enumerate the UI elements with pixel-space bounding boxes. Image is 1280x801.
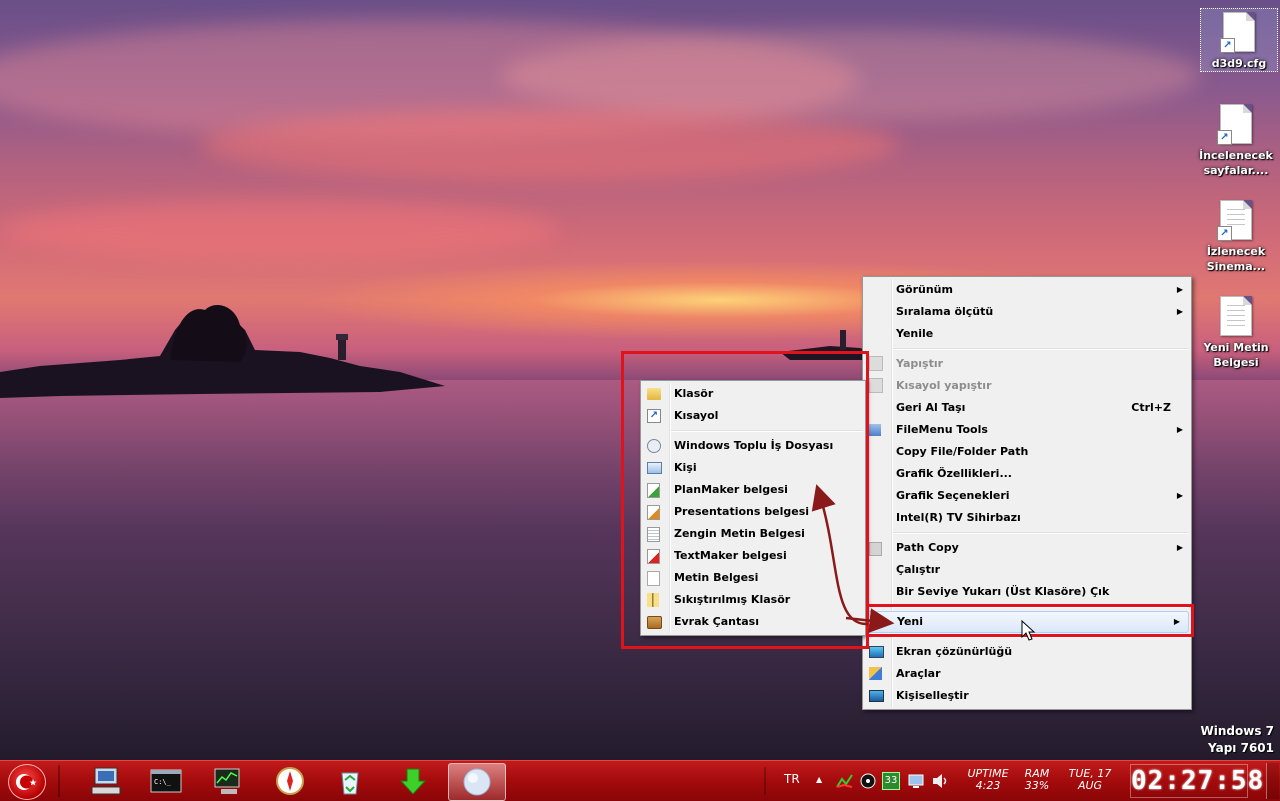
menu-item-copy-path[interactable]: Copy File/Folder Path (863, 441, 1191, 463)
tools-icon (869, 667, 882, 680)
desktop-icon-label: d3d9.cfg (1211, 57, 1267, 70)
desktop-icon-incelenecek[interactable]: ↗ İncelenecek sayfalar.... (1198, 104, 1274, 178)
submenu-arrow-icon: ▶ (1176, 285, 1183, 294)
menu-item-paste-shortcut[interactable]: Kısayol yapıştır (863, 375, 1191, 397)
desktop-icon-label: Yeni Metin Belgesi (1203, 341, 1269, 369)
taskbar-task-manager-button[interactable] (200, 763, 256, 799)
language-indicator[interactable]: TR (784, 772, 800, 786)
monitor-tray-icon[interactable] (908, 773, 924, 789)
taskbar: C:\_ TR ▲ 33 UPTIME 4:23 RAM 33% TUE, 17… (0, 760, 1280, 801)
shortcut-text: Ctrl+Z (1131, 401, 1171, 414)
green-arrow-download-icon (399, 768, 427, 795)
desktop-icon-yeni-metin[interactable]: Yeni Metin Belgesi (1198, 296, 1274, 370)
shortcut-arrow-icon: ↗ (1217, 226, 1232, 241)
filemenu-tools-icon (869, 424, 881, 436)
shortcut-arrow-icon: ↗ (1217, 130, 1232, 145)
menu-item-graphics-options[interactable]: Grafik Seçenekleri ▶ (863, 485, 1191, 507)
menu-item-run[interactable]: Çalıştır (863, 559, 1191, 581)
submenu-arrow-icon: ▶ (1176, 307, 1183, 316)
submenu-arrow-icon: ▶ (1176, 543, 1183, 552)
taskbar-browser-button[interactable] (262, 763, 318, 799)
menu-item-intel-tv-wizard[interactable]: Intel(R) TV Sihirbazı (863, 507, 1191, 529)
svg-text:C:\_: C:\_ (154, 778, 172, 786)
text-file-icon: ↗ (1217, 200, 1252, 241)
taskbar-active-window-button[interactable] (448, 763, 506, 801)
start-button[interactable] (8, 764, 46, 800)
personalize-icon (869, 690, 884, 702)
menu-item-tools[interactable]: Araçlar (863, 663, 1191, 685)
menu-item-view[interactable]: Görünüm ▶ (863, 279, 1191, 301)
paste-shortcut-icon (869, 378, 883, 393)
compass-browser-icon (276, 767, 304, 795)
path-copy-icon (869, 542, 882, 556)
menu-item-refresh[interactable]: Yenile (863, 323, 1191, 345)
text-file-icon (1220, 296, 1252, 336)
mouse-cursor-icon (1021, 620, 1036, 641)
annotation-box-submenu (621, 351, 869, 649)
volume-icon[interactable] (932, 773, 948, 789)
windows-version-watermark: Windows 7 Yapı 7601 (1200, 724, 1274, 755)
taskbar-cmd-button[interactable]: C:\_ (138, 763, 194, 799)
menu-item-paste[interactable]: Yapıştır (863, 353, 1191, 375)
ram-widget: RAM 33% (1024, 767, 1050, 792)
shortcut-arrow-icon: ↗ (1220, 38, 1235, 53)
file-icon: ↗ (1220, 12, 1255, 53)
menu-separator (893, 348, 1189, 350)
desktop-icon-d3d9[interactable]: ↗ d3d9.cfg (1200, 8, 1278, 72)
menu-item-personalize[interactable]: Kişiselleştir (863, 685, 1191, 707)
desktop-icon-label: İncelenecek sayfalar.... (1199, 149, 1273, 177)
date-widget[interactable]: TUE, 17 AUG (1062, 768, 1118, 792)
uptime-widget: UPTIME 4:23 (967, 767, 1009, 792)
menu-item-filemenu-tools[interactable]: FileMenu Tools ▶ (863, 419, 1191, 441)
desktop-context-menu: Görünüm ▶ Sıralama ölçütü ▶ Yenile Yapıştı… (862, 276, 1192, 710)
desktop-icon-label: İzlenecek Sinema... (1206, 245, 1266, 273)
taskbar-computer-button[interactable] (78, 763, 134, 799)
computer-icon (91, 767, 121, 795)
moon-orb-icon (463, 768, 491, 796)
tray-badge[interactable]: 33 (882, 772, 900, 790)
turkish-flag-icon (16, 774, 37, 790)
submenu-arrow-icon: ▶ (1176, 491, 1183, 500)
task-manager-icon (214, 768, 240, 794)
disc-icon[interactable] (860, 773, 876, 789)
file-icon: ↗ (1217, 104, 1252, 145)
menu-item-graphics-properties[interactable]: Grafik Özellikleri... (863, 463, 1191, 485)
menu-item-up-one-level[interactable]: Bir Seviye Yukarı (Üst Klasöre) Çık (863, 581, 1191, 603)
menu-item-screen-resolution[interactable]: Ekran çözünürlüğü (863, 641, 1191, 663)
menu-separator (893, 532, 1189, 534)
paste-icon (869, 356, 883, 371)
desktop-icon-izlenecek[interactable]: ↗ İzlenecek Sinema... (1198, 200, 1274, 274)
menu-item-undo-move[interactable]: Geri Al Taşı Ctrl+Z (863, 397, 1191, 419)
taskbar-recycle-button[interactable] (322, 763, 378, 799)
tray-expand-icon[interactable]: ▲ (816, 775, 822, 784)
command-prompt-icon: C:\_ (150, 769, 182, 793)
taskbar-download-button[interactable] (386, 763, 442, 799)
menu-item-path-copy[interactable]: Path Copy ▶ (863, 537, 1191, 559)
recycle-bin-icon (341, 772, 359, 795)
digital-clock[interactable]: 02:27:58 (1130, 764, 1263, 798)
menu-item-sort-by[interactable]: Sıralama ölçütü ▶ (863, 301, 1191, 323)
show-desktop-button[interactable] (1266, 763, 1279, 799)
submenu-arrow-icon: ▶ (1176, 425, 1183, 434)
screen-resolution-icon (869, 646, 884, 658)
network-graph-icon[interactable] (836, 773, 854, 789)
